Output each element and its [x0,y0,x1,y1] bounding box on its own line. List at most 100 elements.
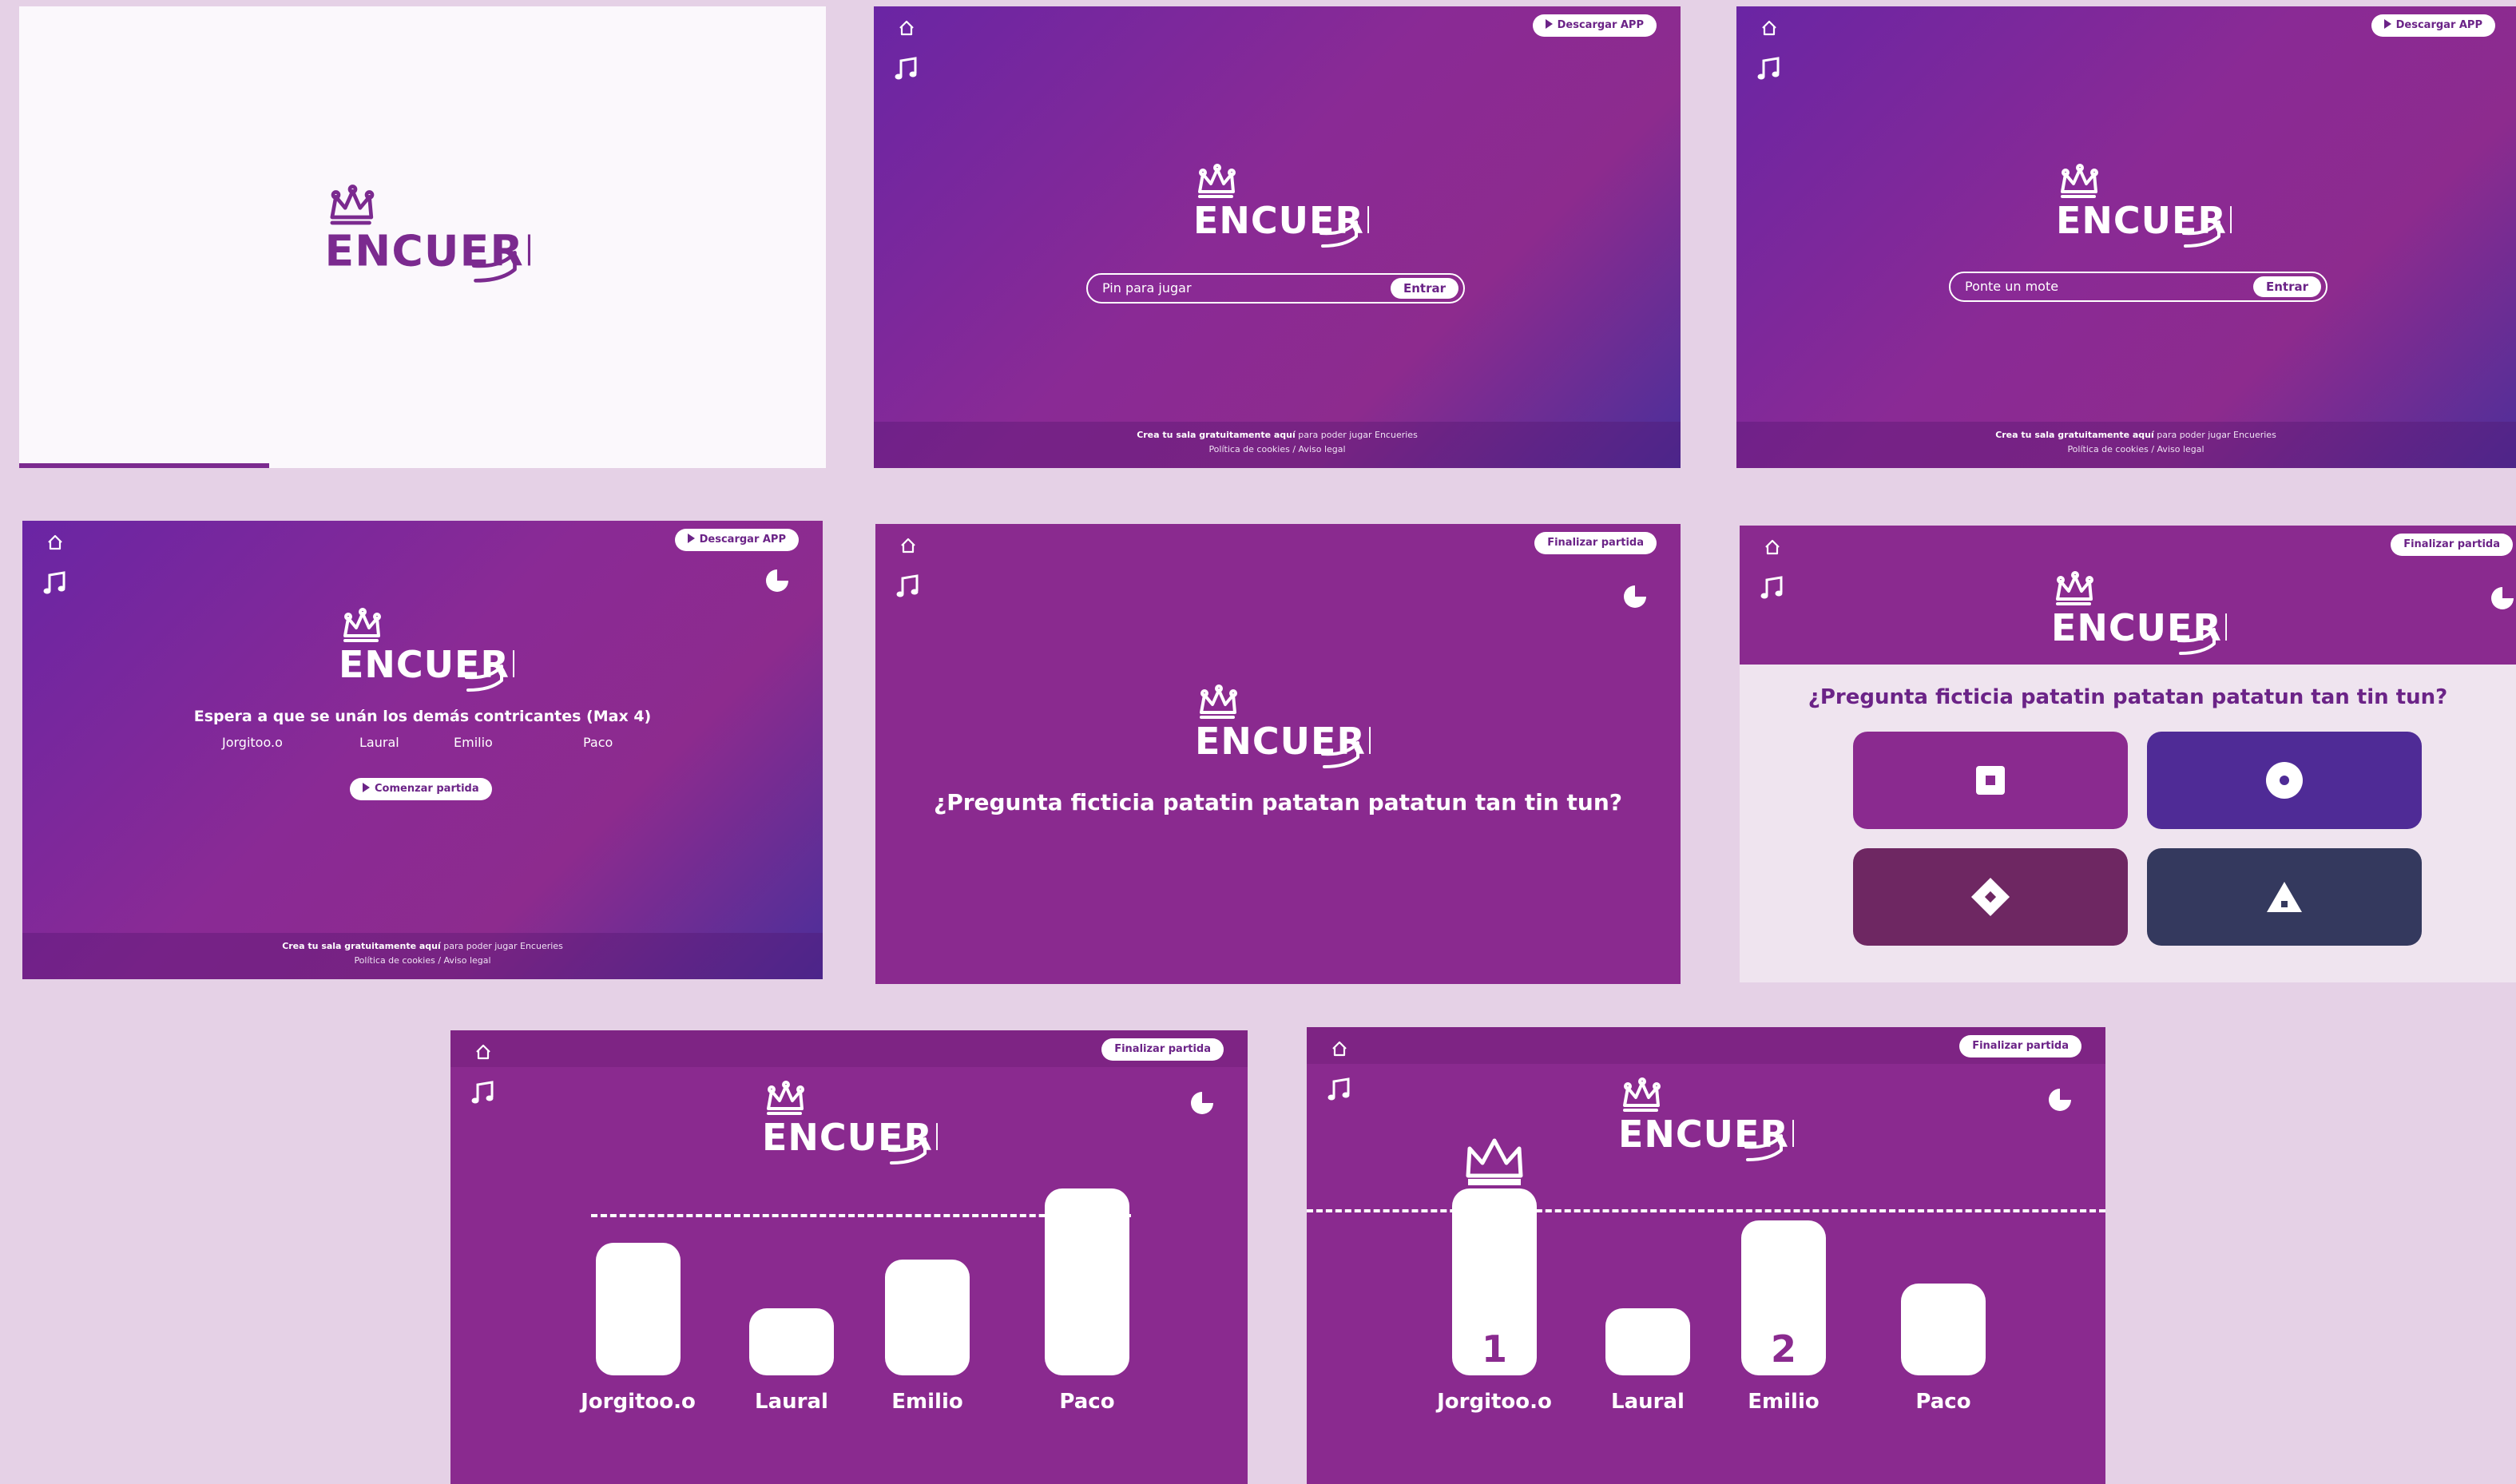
encueries-logo [1187,684,1371,780]
encueries-logo [2043,570,2227,666]
footer-text: para poder jugar Encueries [2153,430,2276,440]
question-text: ¿Pregunta ficticia patatin patatan patat… [933,789,1623,815]
nickname-input[interactable]: Ponte un mote Entrar [1949,272,2327,302]
player-column [1605,1188,1690,1375]
music-note-icon[interactable] [1759,575,1786,602]
player-name: Laural [359,735,399,750]
player-column [749,1188,834,1375]
finish-game-button[interactable]: Finalizar partida [1101,1038,1224,1061]
pin-input[interactable]: Pin para jugar Entrar [1086,273,1465,304]
top-bar: Finalizar partida [875,524,1681,561]
triangle-icon [2267,882,2302,912]
music-note-icon[interactable] [895,573,922,601]
score-bar: 2 [1741,1220,1826,1375]
music-note-icon[interactable] [1756,56,1783,83]
finish-game-button[interactable]: Finalizar partida [2391,534,2513,556]
footer: Crea tu sala gratuitamente aquí para pod… [1736,422,2516,468]
waiting-message: Espera a que se unán los demás contrican… [193,708,652,725]
legal-links[interactable]: Política de cookies / Aviso legal [1736,442,2516,457]
timer-icon [2489,585,2516,612]
player-column [885,1188,970,1375]
footer: Crea tu sala gratuitamente aquí para pod… [874,422,1681,468]
encueries-logo [2048,163,2232,259]
create-room-link[interactable]: Crea tu sala gratuitamente aquí [1137,430,1296,440]
top-bar: Finalizar partida [1307,1027,2105,1064]
home-icon[interactable] [1760,19,1778,37]
footer-text: para poder jugar Encueries [440,941,563,951]
download-app-button[interactable]: Descargar APP [674,529,799,551]
home-icon[interactable] [899,537,917,554]
player-column: 2 [1741,1188,1826,1375]
top-bar: Descargar APP [22,521,823,557]
encueries-logo [1185,163,1369,259]
splash-screen [19,6,826,468]
encueries-logo [331,607,514,703]
home-icon[interactable] [1764,538,1781,556]
download-label: Descargar APP [1557,19,1644,31]
player-column [596,1188,681,1375]
player-column [1045,1188,1129,1375]
music-note-icon[interactable] [1326,1077,1353,1104]
player-name: Laural [755,1390,828,1414]
answer-triangle[interactable] [2147,848,2422,946]
start-label: Comenzar partida [375,783,479,795]
footer-text: para poder jugar Encueries [1295,430,1418,440]
answer-circle[interactable] [2147,732,2422,829]
pin-screen: Descargar APP Pin para jugar Entrar Crea… [874,6,1681,468]
score-bar [749,1308,834,1375]
music-note-icon[interactable] [470,1080,497,1107]
home-icon[interactable] [898,19,915,37]
play-icon [1545,19,1553,29]
download-app-button[interactable]: Descargar APP [1532,14,1657,37]
answer-square[interactable] [1853,732,2128,829]
create-room-link[interactable]: Crea tu sala gratuitamente aquí [1995,430,2154,440]
player-name: Paco [1059,1390,1115,1414]
score-bar: 1 [1452,1188,1537,1375]
home-icon[interactable] [46,534,64,551]
encueries-logo [315,184,530,296]
nickname-screen: Descargar APP Ponte un mote Entrar Crea … [1736,6,2516,468]
question-text: ¿Pregunta ficticia patatin patatan patat… [1808,685,2448,709]
circle-icon [2266,762,2303,799]
download-app-button[interactable]: Descargar APP [2371,14,2495,37]
pin-placeholder: Pin para jugar [1102,280,1192,296]
create-room-link[interactable]: Crea tu sala gratuitamente aquí [282,941,441,951]
play-icon [687,534,695,543]
header: Finalizar partida [1740,526,2516,665]
rank-number: 1 [1481,1327,1507,1371]
score-bar [1605,1308,1690,1375]
rank-number: 2 [1770,1327,1796,1371]
timer-icon [1189,1089,1216,1117]
finish-game-button[interactable]: Finalizar partida [1959,1035,2081,1057]
square-icon [1976,766,2005,795]
player-name: Paco [1915,1390,1971,1414]
enter-button[interactable]: Entrar [2252,276,2321,297]
music-note-icon[interactable] [42,570,69,597]
finish-game-button[interactable]: Finalizar partida [1534,532,1657,554]
enter-button[interactable]: Entrar [1390,278,1458,299]
home-icon[interactable] [474,1043,492,1061]
player-name: Emilio [891,1390,963,1414]
player-column: 1 [1452,1188,1537,1375]
player-name: Jorgitoo.o [581,1390,696,1414]
player-name: Laural [1611,1390,1685,1414]
player-list: Jorgitoo.o Laural Emilio Paco [222,735,637,754]
play-icon [363,783,370,792]
answer-diamond[interactable] [1853,848,2128,946]
music-note-icon[interactable] [893,56,920,83]
player-column [1901,1188,1986,1375]
loading-progress-bar [19,463,270,468]
home-icon[interactable] [1331,1040,1348,1057]
encueries-logo [1610,1077,1794,1173]
question-screen: Finalizar partida ¿Pregunta ficticia pat… [875,524,1681,984]
legal-links[interactable]: Política de cookies / Aviso legal [22,954,823,968]
legal-links[interactable]: Política de cookies / Aviso legal [874,442,1681,457]
score-bar [596,1243,681,1375]
player-name: Emilio [454,735,493,750]
player-name: Paco [583,735,613,750]
timer-icon [2046,1086,2074,1113]
player-name: Jorgitoo.o [1437,1390,1552,1414]
start-game-button[interactable]: Comenzar partida [350,778,492,800]
player-name: Emilio [1748,1390,1820,1414]
top-bar: Finalizar partida [450,1030,1248,1067]
